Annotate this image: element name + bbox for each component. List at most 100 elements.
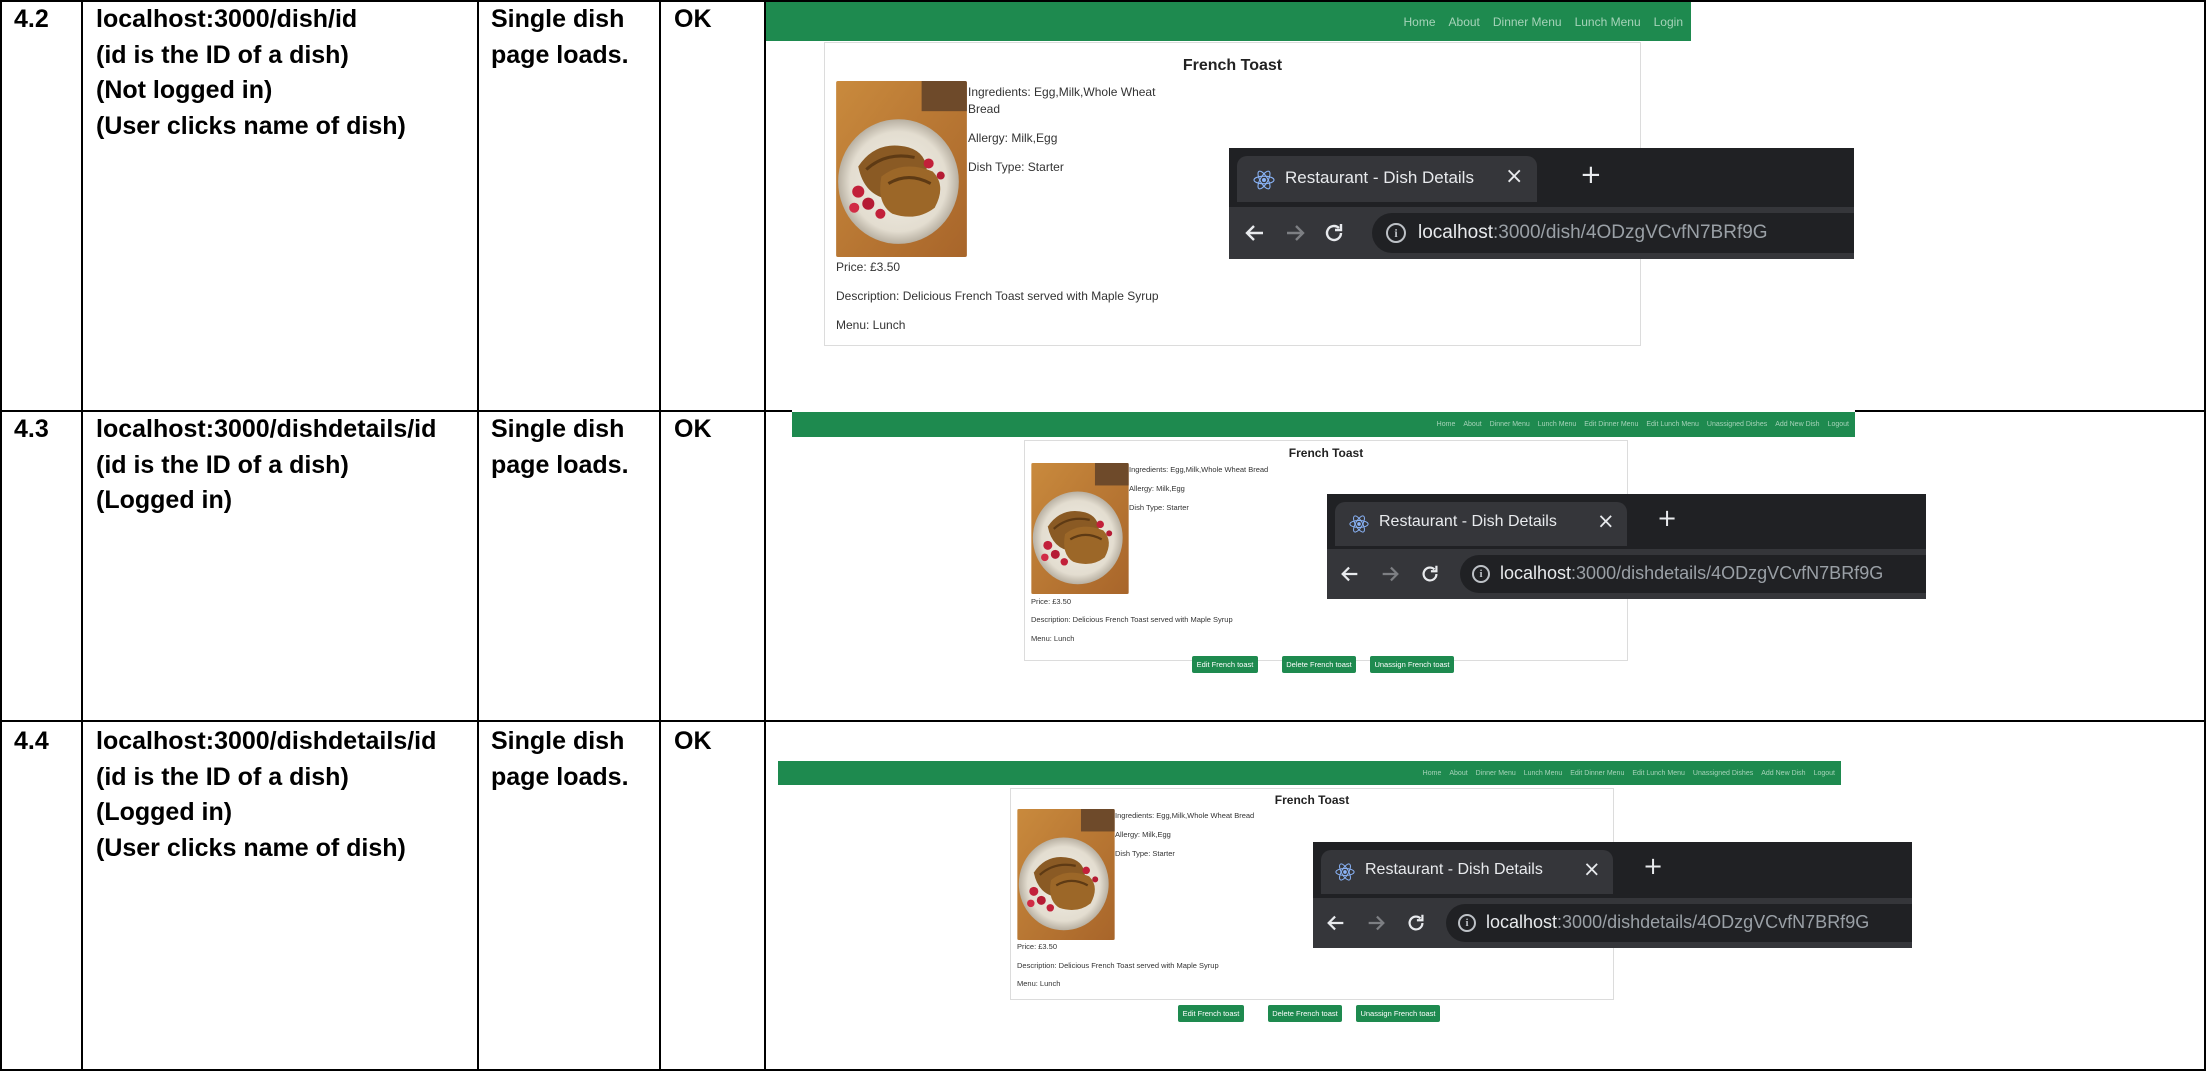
nav-link-edit-dinner-menu[interactable]: Edit Dinner Menu [1570, 770, 1624, 777]
forward-arrow-icon[interactable] [1283, 221, 1307, 245]
nav-link-home[interactable]: Home [1423, 770, 1442, 777]
dish-ingredients: Ingredients: Egg,Milk,Whole Wheat Bread [1115, 811, 1255, 820]
url-text: localhost:3000/dishdetails/4ODzgVCvfN7BR… [1500, 563, 1884, 583]
address-bar[interactable]: i localhost:3000/dish/4ODzgVCvfN7BRf9G [1372, 213, 1854, 253]
dish-details-screenshot: Home About Dinner Menu Lunch Menu Edit D… [766, 412, 1926, 718]
description-line: (Logged in) [96, 486, 233, 514]
description-line: localhost:3000/dishdetails/id [96, 727, 437, 755]
tab-title: Restaurant - Dish Details [1285, 168, 1474, 187]
info-icon[interactable]: i [1386, 223, 1406, 243]
dish-allergy: Allergy: Milk,Egg [968, 131, 1058, 145]
dish-image [836, 81, 967, 257]
nav-link-login[interactable]: Login [1654, 15, 1683, 29]
back-arrow-icon[interactable] [1243, 221, 1267, 245]
new-tab-icon[interactable]: + [1643, 852, 1663, 880]
edit-dish-button[interactable]: Edit French toast [1192, 656, 1258, 673]
dish-title[interactable]: French Toast [1025, 446, 1627, 460]
navbar: Home About Dinner Menu Lunch Menu Edit D… [792, 412, 1855, 437]
expected-line: page loads. [491, 762, 629, 791]
browser-tab[interactable]: Restaurant - Dish Details × [1237, 156, 1537, 202]
back-arrow-icon[interactable] [1325, 912, 1347, 934]
description-line: localhost:3000/dish/id [96, 5, 358, 33]
nav-link-add-new-dish[interactable]: Add New Dish [1775, 421, 1819, 428]
unassign-dish-button[interactable]: Unassign French toast [1370, 656, 1454, 673]
browser-chrome-overlay: Restaurant - Dish Details × + i localhos… [1327, 494, 1926, 599]
nav-link-logout[interactable]: Logout [1814, 770, 1835, 777]
dish-price: Price: £3.50 [1031, 597, 1072, 606]
browser-chrome-overlay: Restaurant - Dish Details × + i localhos… [1229, 148, 1854, 259]
description-line: (id is the ID of a dish) [96, 450, 349, 479]
description-line: (Logged in) [96, 798, 233, 826]
unassign-dish-button[interactable]: Unassign French toast [1356, 1005, 1440, 1022]
navbar: Home About Dinner Menu Lunch Menu Login [766, 2, 1691, 41]
nav-link-logout[interactable]: Logout [1828, 421, 1849, 428]
dish-title[interactable]: French Toast [825, 57, 1640, 75]
col-divider [81, 0, 83, 1071]
browser-tab[interactable]: Restaurant - Dish Details × [1335, 502, 1627, 546]
nav-link-lunch-menu[interactable]: Lunch Menu [1575, 15, 1641, 29]
nav-link-dinner-menu[interactable]: Dinner Menu [1490, 421, 1530, 428]
dish-title[interactable]: French Toast [1011, 793, 1613, 807]
forward-arrow-icon[interactable] [1365, 912, 1387, 934]
react-logo-icon [1253, 170, 1275, 190]
nav-link-home[interactable]: Home [1437, 421, 1456, 428]
address-bar[interactable]: i localhost:3000/dishdetails/4ODzgVCvfN7… [1446, 904, 1912, 942]
delete-dish-button[interactable]: Delete French toast [1282, 656, 1356, 673]
nav-link-edit-lunch-menu[interactable]: Edit Lunch Menu [1632, 770, 1685, 777]
address-bar[interactable]: i localhost:3000/dishdetails/4ODzgVCvfN7… [1460, 555, 1926, 593]
new-tab-icon[interactable]: + [1657, 504, 1677, 532]
nav-link-add-new-dish[interactable]: Add New Dish [1761, 770, 1805, 777]
delete-dish-button[interactable]: Delete French toast [1268, 1005, 1342, 1022]
col-divider [659, 0, 661, 1071]
dish-allergy: Allergy: Milk,Egg [1115, 830, 1171, 839]
close-icon[interactable]: × [1505, 164, 1523, 189]
react-logo-icon [1349, 515, 1369, 533]
back-arrow-icon[interactable] [1339, 563, 1361, 585]
browser-tab[interactable]: Restaurant - Dish Details × [1321, 850, 1613, 894]
nav-link-edit-lunch-menu[interactable]: Edit Lunch Menu [1646, 421, 1699, 428]
tab-title: Restaurant - Dish Details [1365, 861, 1543, 878]
description-line: (id is the ID of a dish) [96, 762, 349, 791]
dish-description: Description: Delicious French Toast serv… [836, 289, 1159, 303]
url-text: localhost:3000/dish/4ODzgVCvfN7BRf9G [1418, 222, 1768, 243]
reload-icon[interactable] [1405, 912, 1427, 934]
url-text: localhost:3000/dishdetails/4ODzgVCvfN7BR… [1486, 912, 1870, 932]
reload-icon[interactable] [1322, 221, 1346, 245]
expected-line: page loads. [491, 40, 629, 69]
dish-page-screenshot: Home About Dinner Menu Lunch Menu Login … [766, 2, 1866, 406]
reload-icon[interactable] [1419, 563, 1441, 585]
dish-menu: Menu: Lunch [1017, 979, 1061, 988]
tab-title: Restaurant - Dish Details [1379, 513, 1557, 530]
react-logo-icon [1335, 863, 1355, 881]
nav-link-lunch-menu[interactable]: Lunch Menu [1538, 421, 1577, 428]
browser-chrome-overlay: Restaurant - Dish Details × + i localhos… [1313, 842, 1912, 948]
nav-link-about[interactable]: About [1449, 15, 1480, 29]
dish-details-screenshot: Home About Dinner Menu Lunch Menu Edit D… [766, 722, 1926, 1067]
nav-link-edit-dinner-menu[interactable]: Edit Dinner Menu [1584, 421, 1638, 428]
nav-link-dinner-menu[interactable]: Dinner Menu [1493, 15, 1562, 29]
table-border-bottom [0, 1069, 2206, 1071]
row-expected: Single dish page loads. [491, 2, 629, 73]
close-icon[interactable]: × [1597, 509, 1615, 533]
close-icon[interactable]: × [1583, 857, 1601, 881]
nav-link-unassigned-dishes[interactable]: Unassigned Dishes [1693, 770, 1753, 777]
new-tab-icon[interactable]: + [1580, 160, 1602, 190]
nav-link-dinner-menu[interactable]: Dinner Menu [1476, 770, 1516, 777]
dish-description: Description: Delicious French Toast serv… [1017, 961, 1219, 970]
dish-menu: Menu: Lunch [836, 318, 906, 332]
nav-link-home[interactable]: Home [1404, 15, 1436, 29]
row-id: 4.3 [14, 415, 49, 443]
forward-arrow-icon[interactable] [1379, 563, 1401, 585]
edit-dish-button[interactable]: Edit French toast [1178, 1005, 1244, 1022]
nav-link-unassigned-dishes[interactable]: Unassigned Dishes [1707, 421, 1767, 428]
browser-toolbar: i localhost:3000/dishdetails/4ODzgVCvfN7… [1313, 898, 1912, 948]
dish-allergy: Allergy: Milk,Egg [1129, 484, 1185, 493]
info-icon[interactable]: i [1472, 565, 1490, 583]
expected-line: Single dish [491, 727, 625, 755]
nav-link-about[interactable]: About [1449, 770, 1467, 777]
dish-type: Dish Type: Starter [968, 160, 1064, 174]
nav-link-about[interactable]: About [1463, 421, 1481, 428]
nav-link-lunch-menu[interactable]: Lunch Menu [1524, 770, 1563, 777]
description-line: (id is the ID of a dish) [96, 40, 349, 69]
info-icon[interactable]: i [1458, 914, 1476, 932]
